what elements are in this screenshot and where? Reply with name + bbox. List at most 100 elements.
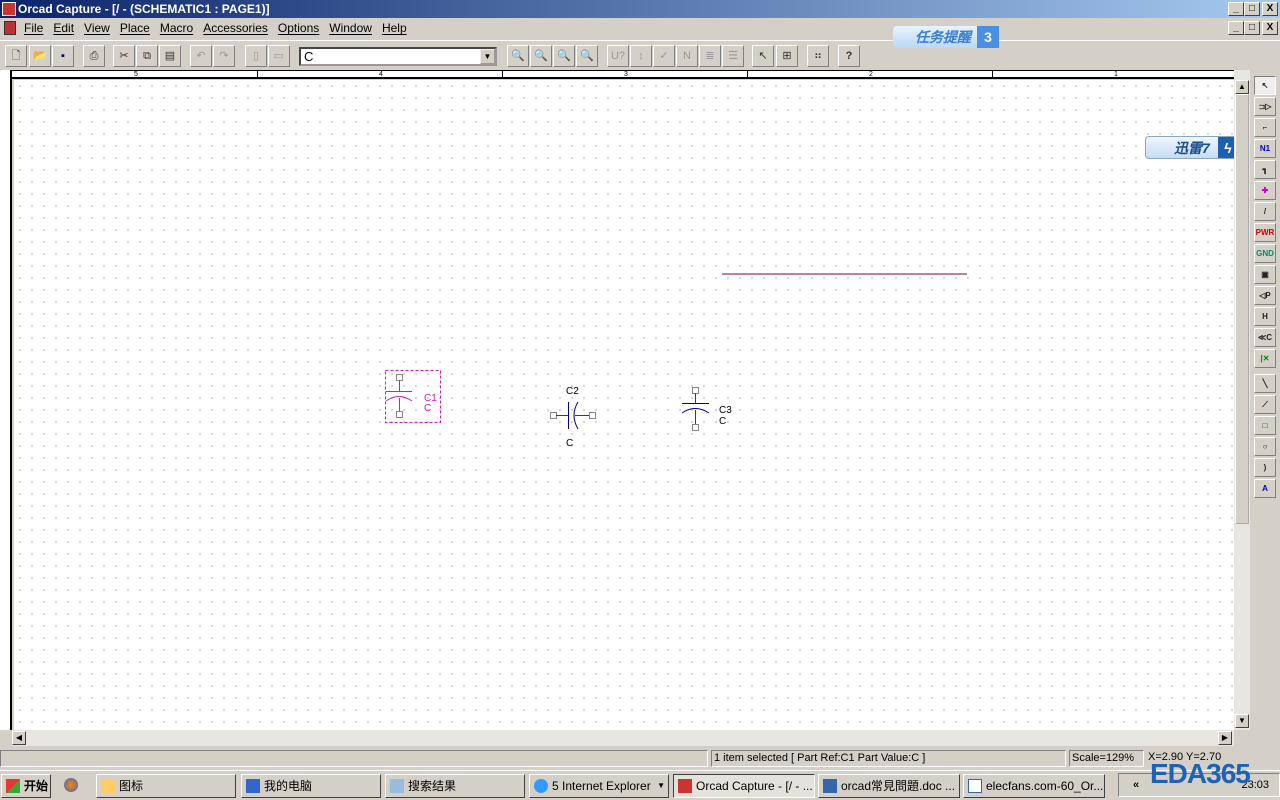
window-title: Orcad Capture - [/ - (SCHEMATIC1 : PAGE1… <box>18 2 270 16</box>
menu-options[interactable]: Options <box>278 21 319 35</box>
task-item[interactable]: elecfans.com-60_Or... <box>963 774 1105 798</box>
zoom-in-icon[interactable]: 🔍 <box>507 45 529 67</box>
new-icon[interactable]: 🗋 <box>5 45 27 67</box>
zoom-area-icon[interactable]: 🔍 <box>553 45 575 67</box>
part-combo[interactable]: C ▼ <box>299 47 497 66</box>
part-c2[interactable]: C2 C <box>550 386 596 449</box>
close-button[interactable]: X <box>1262 2 1278 16</box>
minimize-button[interactable]: _ <box>1228 2 1244 16</box>
bus-icon[interactable]: ┓ <box>1254 160 1276 179</box>
doc-close-button[interactable]: X <box>1262 21 1278 35</box>
undo-icon[interactable]: ↶ <box>190 45 212 67</box>
scroll-up-button[interactable]: ▲ <box>1235 80 1249 94</box>
qq-task-reminder[interactable]: 任务提醒 3 <box>893 26 999 48</box>
no-connect-icon[interactable]: |✕ <box>1254 349 1276 368</box>
start-button[interactable]: 开始 <box>1 774 51 798</box>
task-item[interactable]: Orcad Capture - [/ - ... <box>673 774 815 798</box>
hierarchy-icon[interactable]: ⠶ <box>807 45 829 67</box>
scroll-thumb[interactable] <box>1235 94 1249 524</box>
task-item[interactable]: 图标 <box>96 774 236 798</box>
ruler-label: 2 <box>869 71 873 78</box>
bom-icon[interactable]: ☰ <box>722 45 744 67</box>
menu-place[interactable]: Place <box>120 21 150 35</box>
part-value: C <box>566 438 573 449</box>
line-icon[interactable]: ╲ <box>1254 374 1276 393</box>
draw-palette: ↖ ⊐▷ ⌐ N1 ┓ ✚ / PWR GND ▣ ◁P H ≪C |✕ ╲ ⟋ □ ○) A <box>1252 76 1278 506</box>
folder-icon <box>101 779 115 793</box>
ellipse-icon[interactable]: ○ <box>1254 437 1276 456</box>
project-manager-icon[interactable]: ⊞ <box>776 45 798 67</box>
eda365-watermark: EDA365 <box>1150 758 1251 789</box>
polyline-icon[interactable]: ⟋ <box>1254 395 1276 414</box>
tray-expand-button[interactable]: « <box>1133 774 1139 796</box>
netlist-icon[interactable]: N <box>676 45 698 67</box>
redo-icon[interactable]: ↷ <box>213 45 235 67</box>
wire-icon[interactable]: ⌐ <box>1254 118 1276 137</box>
task-label: orcad常見問題.doc ... <box>841 779 956 793</box>
zoom-out-icon[interactable]: 🔍 <box>530 45 552 67</box>
back-annotate-icon[interactable]: ↕ <box>630 45 652 67</box>
doc-minimize-button[interactable]: _ <box>1228 21 1244 35</box>
xunlei-badge[interactable]: 迅雷7 ϟ <box>1145 136 1239 159</box>
select-icon[interactable]: ↖ <box>1254 76 1276 95</box>
drc-icon[interactable]: ✓ <box>653 45 675 67</box>
power-icon[interactable]: PWR <box>1254 223 1276 242</box>
part-c1[interactable]: C1 C <box>385 370 441 423</box>
horizontal-scrollbar[interactable]: ◀ ▶ <box>12 730 1234 746</box>
top-ruler: 5 4 3 2 1 <box>12 70 1234 79</box>
quicklaunch-msn[interactable] <box>54 774 90 798</box>
chevron-down-icon[interactable]: ▼ <box>657 775 665 797</box>
open-icon[interactable]: 📂 <box>29 45 51 67</box>
task-item[interactable]: 我的电脑 <box>241 774 381 798</box>
print-icon[interactable]: ⎙ <box>83 45 105 67</box>
menu-macro[interactable]: Macro <box>160 21 193 35</box>
rectangle-icon[interactable]: □ <box>1254 416 1276 435</box>
part-c3[interactable]: C3 C <box>681 387 732 431</box>
schematic-canvas[interactable]: C1 C C2 C C3 C <box>14 80 1234 730</box>
view-window-icon[interactable]: ▭ <box>268 45 290 67</box>
menu-accessories[interactable]: Accessories <box>203 21 268 35</box>
task-item[interactable]: 搜索结果 <box>385 774 525 798</box>
menu-edit[interactable]: Edit <box>53 21 74 35</box>
help-icon[interactable]: ? <box>838 45 860 67</box>
menu-view[interactable]: View <box>84 21 110 35</box>
task-item[interactable]: 5 Internet Explorer ▼ <box>529 774 669 798</box>
menu-file[interactable]: File <box>24 21 43 35</box>
save-icon[interactable]: ▪ <box>52 45 74 67</box>
task-label: Orcad Capture - [/ - ... <box>696 779 813 793</box>
doc-restore-button[interactable]: □ <box>1244 21 1260 35</box>
net-alias-icon[interactable]: N1 <box>1254 139 1276 158</box>
vertical-scrollbar[interactable]: ▲ ▼ <box>1234 70 1250 730</box>
hierarchical-port-icon[interactable]: ◁P <box>1254 286 1276 305</box>
hierarchical-block-icon[interactable]: ▣ <box>1254 265 1276 284</box>
chevron-down-icon[interactable]: ▼ <box>480 49 495 64</box>
scroll-left-button[interactable]: ◀ <box>12 731 26 745</box>
cross-ref-icon[interactable]: ≣ <box>699 45 721 67</box>
view-split-icon[interactable]: ▯ <box>245 45 267 67</box>
task-label: 图标 <box>119 779 144 793</box>
scroll-down-button[interactable]: ▼ <box>1235 714 1249 728</box>
copy-icon[interactable]: ⧉ <box>136 45 158 67</box>
menu-window[interactable]: Window <box>329 21 372 35</box>
annotate-icon[interactable]: U? <box>607 45 629 67</box>
zoom-all-icon[interactable]: 🔍 <box>576 45 598 67</box>
place-part-icon[interactable]: ⊐▷ <box>1254 97 1276 116</box>
task-item[interactable]: orcad常見問題.doc ... <box>818 774 960 798</box>
orcad-icon <box>678 779 692 793</box>
document-icon[interactable] <box>4 21 16 35</box>
scroll-right-button[interactable]: ▶ <box>1218 731 1232 745</box>
paste-icon[interactable]: ▤ <box>159 45 181 67</box>
hierarchical-pin-icon[interactable]: H <box>1254 307 1276 326</box>
ground-icon[interactable]: GND <box>1254 244 1276 263</box>
ruler-label: 5 <box>134 71 138 78</box>
left-ruler <box>0 70 12 730</box>
restore-button[interactable]: □ <box>1244 2 1260 16</box>
bus-entry-icon[interactable]: / <box>1254 202 1276 221</box>
snap-grid-icon[interactable]: ↖ <box>752 45 774 67</box>
off-page-connector-icon[interactable]: ≪C <box>1254 328 1276 347</box>
cut-icon[interactable]: ✂ <box>113 45 135 67</box>
text-icon[interactable]: A <box>1254 479 1276 498</box>
arc-icon[interactable]: ) <box>1254 458 1276 477</box>
menu-help[interactable]: Help <box>382 21 407 35</box>
junction-icon[interactable]: ✚ <box>1254 181 1276 200</box>
